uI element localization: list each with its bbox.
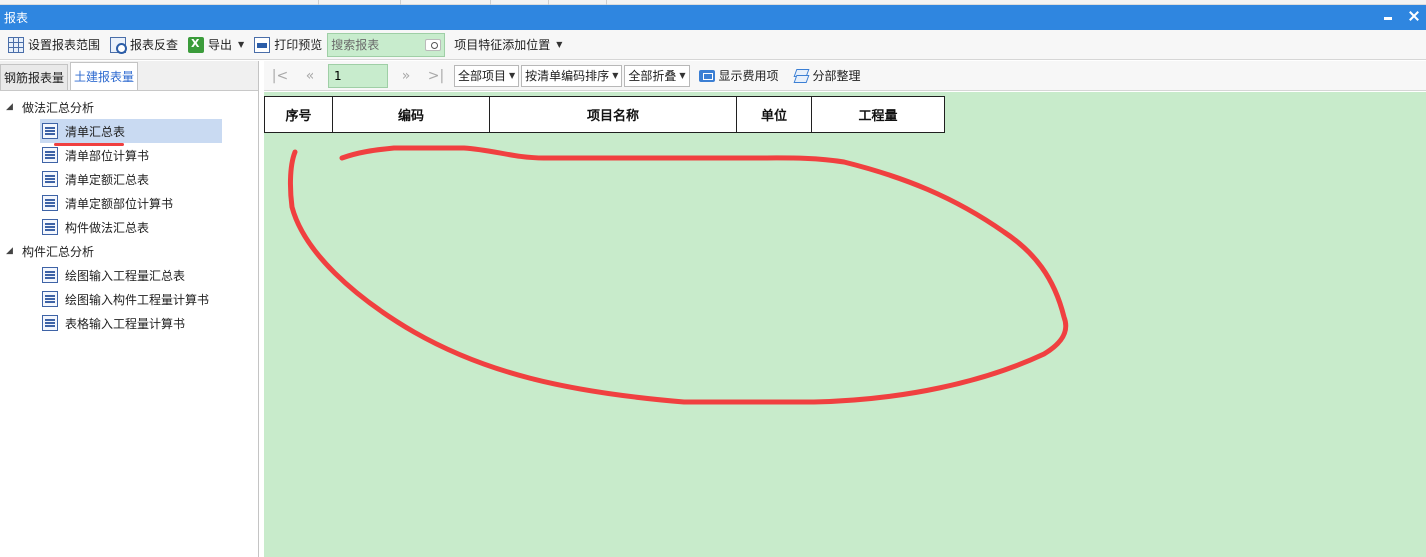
window-title: 报表 [4,11,29,25]
column-header-index: 序号 [264,96,333,133]
section-sort-label: 分部整理 [812,69,861,83]
annotation-stroke [287,145,1069,405]
layers-icon [793,69,809,83]
report-table: 序号 编码 项目名称 单位 工程量 [264,96,945,133]
report-navigation-bar: |< « » >| 全部项目 ▼ 按清单编码排序 ▼ 全部折叠 ▼ 显示费用项 … [264,61,1426,91]
set-report-range-button[interactable]: 设置报表范围 [3,33,105,57]
minimize-icon[interactable] [1382,9,1394,23]
show-fee-label: 显示费用项 [718,69,779,83]
red-annotation-circle [287,145,1069,405]
report-search-input[interactable] [328,37,425,52]
section-sort-button[interactable]: 分部整理 [786,67,868,84]
tree-group-label: 构件汇总分析 [22,244,95,259]
tree-item-label: 清单定额部位计算书 [65,196,174,211]
feature-position-dropdown[interactable]: 项目特征添加位置 ▼ [449,33,567,57]
excel-export-icon [188,36,205,53]
column-header-item-name: 项目名称 [489,96,737,133]
first-page-icon[interactable]: |< [268,65,292,87]
report-document-icon [42,219,58,235]
print-preview-label: 打印预览 [274,38,323,52]
column-header-unit: 单位 [736,96,812,133]
report-preview-area: 序号 编码 项目名称 单位 工程量 [264,92,1426,557]
table-header-row: 序号 编码 项目名称 单位 工程量 [264,96,945,133]
chevron-down-icon: ▼ [238,40,245,49]
title-bar: 报表 [0,5,1426,30]
report-type-tabs: 钢筋报表量 土建报表量 [0,61,258,91]
search-document-icon [110,36,128,54]
chevron-down-icon: ▼ [679,71,686,80]
expand-triangle-icon[interactable]: ◢ [6,102,22,112]
tree-item-label: 表格输入工程量计算书 [65,316,186,331]
tree-item-bill-location-calc[interactable]: 清单部位计算书 [40,143,222,167]
tree-group-component-summary[interactable]: ◢ 构件汇总分析 [0,239,258,263]
chevron-down-icon: ▼ [612,71,619,80]
report-document-icon [42,171,58,187]
set-report-range-label: 设置报表范围 [28,38,101,52]
report-document-icon [42,123,58,139]
column-header-quantity: 工程量 [811,96,945,133]
print-preview-icon [254,36,271,53]
tree-item-label: 清单汇总表 [65,124,126,139]
export-button[interactable]: 导出 ▼ [183,33,249,57]
tree-item-drawing-component-calc[interactable]: 绘图输入构件工程量计算书 [40,287,222,311]
search-icon[interactable] [425,38,442,51]
item-filter-dropdown[interactable]: 全部项目 ▼ [454,64,520,87]
tree-item-label: 构件做法汇总表 [65,220,150,235]
item-filter-label: 全部项目 [458,69,507,83]
previous-page-icon[interactable]: « [298,65,322,87]
chevron-down-icon: ▼ [556,40,563,49]
last-page-icon[interactable]: >| [424,65,448,87]
report-document-icon [42,147,58,163]
next-page-icon[interactable]: » [394,65,418,87]
report-document-icon [42,267,58,283]
feature-position-label: 项目特征添加位置 [454,38,551,52]
column-header-code: 编码 [332,96,490,133]
expand-triangle-icon[interactable]: ◢ [6,246,22,256]
tab-rebar-report[interactable]: 钢筋报表量 [0,64,69,90]
fee-icon [698,69,715,82]
page-number-input[interactable] [329,64,387,87]
tree-item-label: 绘图输入工程量汇总表 [65,268,186,283]
sort-order-label: 按清单编码排序 [525,69,610,83]
grid-icon [8,36,24,53]
tree-item-drawing-quantity-summary[interactable]: 绘图输入工程量汇总表 [40,263,222,287]
show-fee-button[interactable]: 显示费用项 [692,67,786,84]
report-document-icon [42,291,58,307]
window-controls [1382,9,1420,23]
report-search-box [327,32,446,57]
sort-order-dropdown[interactable]: 按清单编码排序 ▼ [521,64,623,87]
tab-civil-report[interactable]: 土建报表量 [70,62,139,90]
tree-group-label: 做法汇总分析 [22,100,95,115]
report-document-icon [42,195,58,211]
export-label: 导出 [208,38,233,52]
tree-item-table-input-calc[interactable]: 表格输入工程量计算书 [40,311,222,335]
fold-dropdown[interactable]: 全部折叠 ▼ [624,64,690,87]
tree-group-method-summary[interactable]: ◢ 做法汇总分析 [0,95,258,119]
tree-item-bill-quota-summary[interactable]: 清单定额汇总表 [40,167,222,191]
page-number-box [328,63,388,88]
report-tree: ◢ 做法汇总分析 清单汇总表 清单部位计算书 清单定额汇总表 清单定额部位计算书… [0,91,258,335]
report-reverse-check-label: 报表反查 [130,38,179,52]
tree-item-component-method-summary[interactable]: 构件做法汇总表 [40,215,222,239]
close-icon[interactable] [1408,9,1420,23]
chevron-down-icon: ▼ [509,71,516,80]
report-reverse-check-button[interactable]: 报表反查 [105,33,183,57]
report-document-icon [42,315,58,331]
print-preview-button[interactable]: 打印预览 [249,33,327,57]
tree-item-bill-quota-location-calc[interactable]: 清单定额部位计算书 [40,191,222,215]
report-tree-panel: 钢筋报表量 土建报表量 ◢ 做法汇总分析 清单汇总表 清单部位计算书 清单定额汇… [0,61,259,557]
tree-item-bill-summary[interactable]: 清单汇总表 [40,119,222,146]
tree-item-label: 绘图输入构件工程量计算书 [65,292,210,307]
fold-label: 全部折叠 [628,69,677,83]
main-toolbar: 设置报表范围 报表反查 导出 ▼ 打印预览 项目特征添加位置 ▼ [0,30,1426,60]
tree-item-label: 清单定额汇总表 [65,172,150,187]
tree-item-label: 清单部位计算书 [65,148,150,163]
